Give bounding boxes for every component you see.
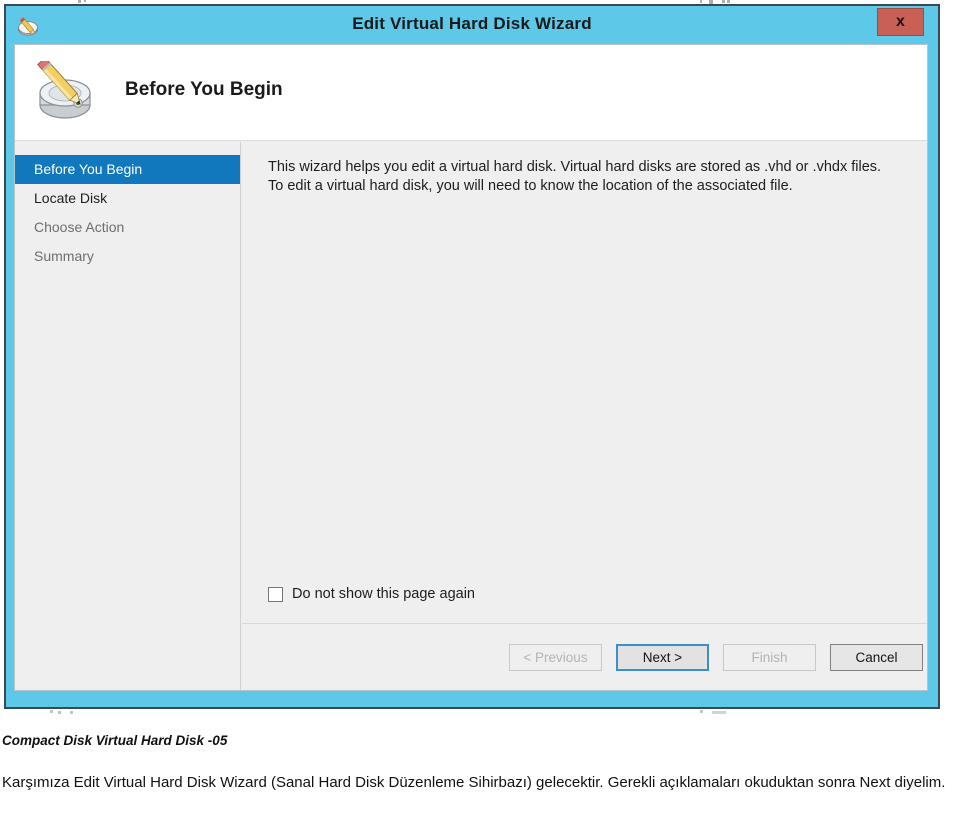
do-not-show-again-label: Do not show this page again — [292, 586, 475, 602]
caption-paragraph: Karşımıza Edit Virtual Hard Disk Wizard … — [2, 774, 946, 791]
sidebar-item-before-you-begin[interactable]: Before You Begin — [15, 155, 240, 184]
checkbox-box-icon[interactable] — [268, 586, 283, 602]
page-title: Before You Begin — [125, 79, 283, 100]
previous-button[interactable]: < Previous — [509, 644, 602, 671]
dialog-titlebar: Edit Virtual Hard Disk Wizard x — [6, 6, 938, 48]
background-artifact — [78, 0, 81, 3]
wizard-step-nav: Before You Begin Locate Disk Choose Acti… — [15, 142, 241, 690]
background-artifact — [50, 710, 53, 713]
dialog-title: Edit Virtual Hard Disk Wizard — [352, 14, 592, 33]
dialog-client-area: Before You Begin Before You Begin Locate… — [14, 44, 928, 691]
content-scroll-area: This wizard helps you edit a virtual har… — [242, 142, 927, 624]
wizard-intro-text: This wizard helps you edit a virtual har… — [268, 159, 882, 194]
next-button[interactable]: Next > — [616, 644, 709, 671]
wizard-banner: Before You Begin — [15, 45, 927, 141]
wizard-main: Before You Begin Locate Disk Choose Acti… — [15, 142, 927, 690]
background-artifact — [58, 711, 61, 714]
background-artifact — [722, 0, 725, 3]
wizard-content-pane: This wizard helps you edit a virtual har… — [242, 142, 927, 690]
sidebar-item-choose-action[interactable]: Choose Action — [15, 213, 240, 242]
close-icon[interactable]: x — [877, 8, 924, 36]
background-artifact — [700, 710, 703, 713]
background-artifact — [712, 711, 726, 714]
sidebar-item-locate-disk[interactable]: Locate Disk — [15, 184, 240, 213]
wizard-button-bar: < Previous Next > Finish Cancel — [242, 623, 927, 690]
background-artifact — [70, 711, 73, 714]
background-artifact — [700, 0, 702, 3]
cancel-button[interactable]: Cancel — [830, 644, 923, 671]
sidebar-item-summary[interactable]: Summary — [15, 242, 240, 271]
edit-virtual-hard-disk-wizard-dialog: Edit Virtual Hard Disk Wizard x Before Y… — [4, 4, 940, 709]
caption-heading: Compact Disk Virtual Hard Disk -05 — [2, 733, 228, 748]
finish-button[interactable]: Finish — [723, 644, 816, 671]
do-not-show-again-checkbox[interactable]: Do not show this page again — [268, 586, 475, 602]
document-caption: Compact Disk Virtual Hard Disk -05 Karşı… — [2, 733, 952, 797]
hard-disk-pencil-icon — [31, 57, 105, 125]
background-artifact — [727, 0, 730, 3]
background-artifact — [84, 0, 86, 2]
